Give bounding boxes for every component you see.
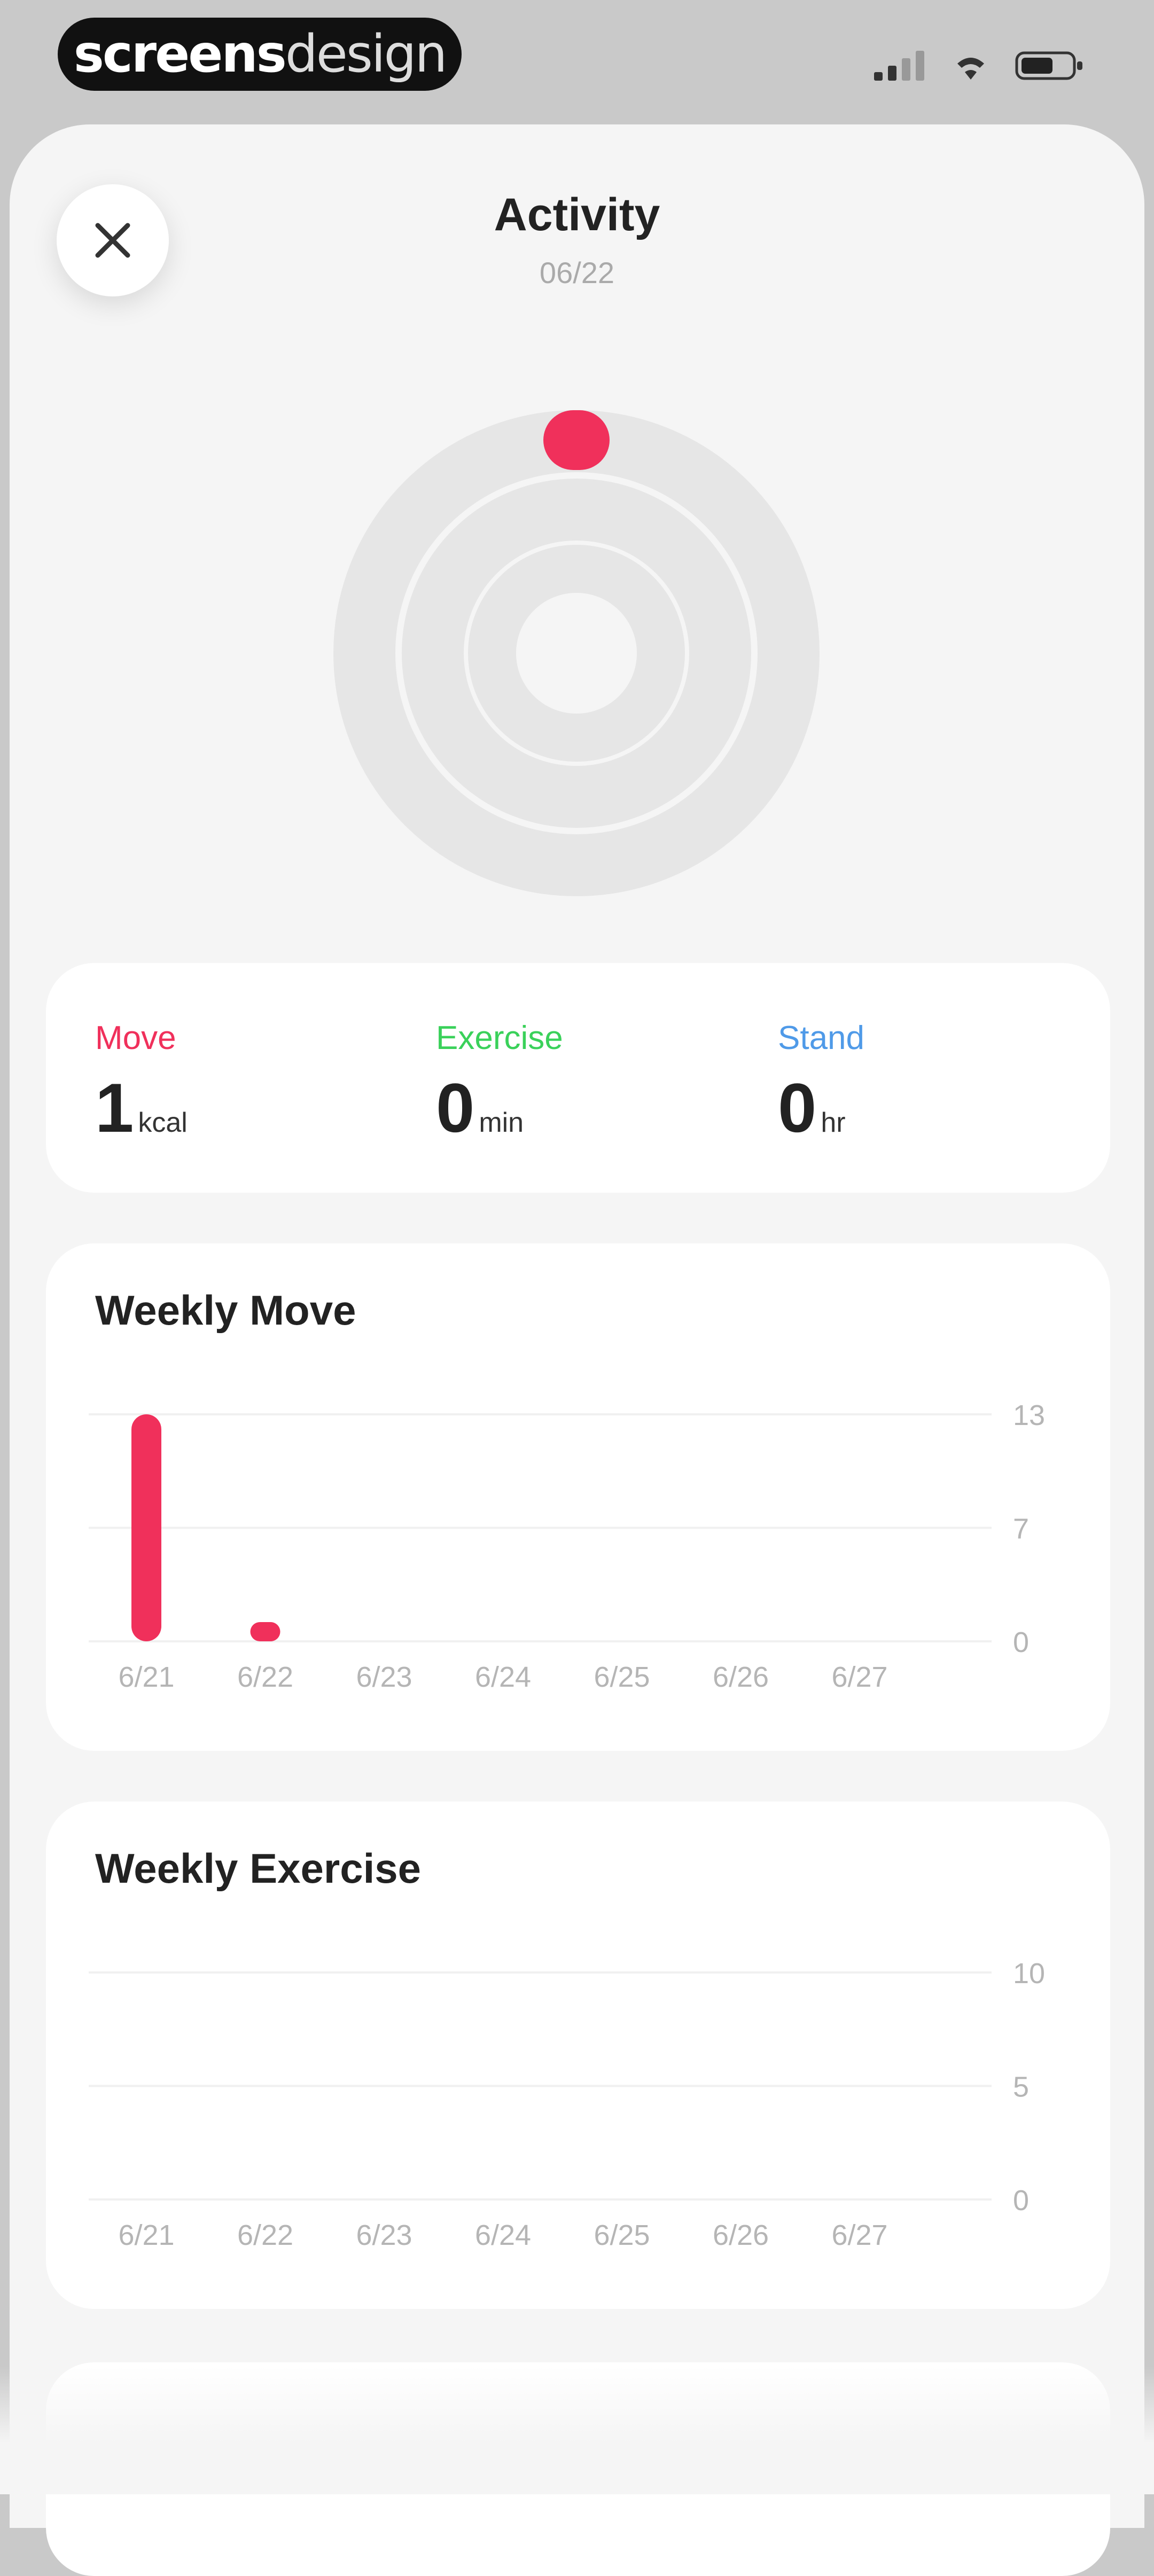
move-ring-progress bbox=[543, 410, 610, 470]
exercise-stat: Exercise 0 min bbox=[436, 1019, 563, 1148]
move-x-tick-label: 6/24 bbox=[475, 1661, 531, 1693]
move-x-tick-label: 6/26 bbox=[713, 1661, 769, 1693]
exercise-x-tick-label: 6/21 bbox=[118, 2219, 174, 2251]
activity-sheet: Activity 06/22 Move 1 kcal Exercise 0 min … bbox=[10, 124, 1144, 2576]
screensdesign-logo: screensdesign bbox=[58, 18, 462, 91]
move-bar bbox=[250, 1622, 280, 1641]
activity-summary-card: Move 1 kcal Exercise 0 min Stand 0 hr bbox=[46, 963, 1110, 1193]
exercise-value: 0 bbox=[436, 1069, 475, 1147]
move-y-tick-label: 7 bbox=[1013, 1513, 1029, 1545]
stand-stat: Stand 0 hr bbox=[778, 1019, 864, 1148]
move-bar bbox=[131, 1414, 161, 1641]
exercise-y-tick-label: 5 bbox=[1013, 2071, 1029, 2103]
move-stat: Move 1 kcal bbox=[95, 1019, 188, 1148]
stand-label: Stand bbox=[778, 1020, 865, 1056]
exercise-x-tick-label: 6/22 bbox=[237, 2219, 293, 2251]
weekly-move-chart: 13 7 0 6/21 6/22 6/23 6/24 6/25 6/26 6/27 bbox=[89, 1399, 1045, 1693]
page-title: Activity bbox=[494, 189, 660, 240]
weekly-exercise-card: Weekly Exercise 10 5 0 6/21 6/22 6/23 6/24 6/25… bbox=[46, 1802, 1110, 2309]
move-x-tick-label: 6/21 bbox=[118, 1661, 174, 1693]
move-label: Move bbox=[95, 1020, 176, 1056]
exercise-x-tick-label: 6/23 bbox=[356, 2219, 412, 2251]
page-date: 06/22 bbox=[539, 256, 615, 289]
cellular-signal-icon bbox=[874, 51, 924, 81]
exercise-x-tick-label: 6/26 bbox=[713, 2219, 769, 2251]
move-y-tick-label: 0 bbox=[1013, 1626, 1029, 1658]
bottom-fade bbox=[0, 2366, 1154, 2494]
move-x-tick-label: 6/22 bbox=[237, 1661, 293, 1693]
weekly-move-card: Weekly Move 13 7 0 6/21 6/22 6/23 6/24 6/25 6/26… bbox=[46, 1243, 1110, 1751]
move-y-tick-label: 13 bbox=[1013, 1399, 1045, 1431]
exercise-y-tick-label: 10 bbox=[1013, 1958, 1045, 1990]
move-x-tick-label: 6/27 bbox=[831, 1661, 887, 1693]
stand-unit: hr bbox=[821, 1107, 846, 1138]
stand-value: 0 bbox=[778, 1069, 817, 1147]
exercise-label: Exercise bbox=[436, 1020, 563, 1056]
activity-rings bbox=[333, 410, 820, 896]
exercise-x-tick-label: 6/24 bbox=[475, 2219, 531, 2251]
wifi-icon bbox=[957, 58, 984, 80]
exercise-x-tick-label: 6/25 bbox=[594, 2219, 650, 2251]
weekly-exercise-chart: 10 5 0 6/21 6/22 6/23 6/24 6/25 6/26 6/27 bbox=[89, 1958, 1045, 2251]
move-value: 1 bbox=[95, 1069, 134, 1147]
exercise-y-tick-label: 0 bbox=[1013, 2184, 1029, 2217]
move-x-tick-label: 6/25 bbox=[594, 1661, 650, 1693]
battery-icon bbox=[1015, 51, 1082, 80]
status-bar: screensdesign bbox=[0, 0, 1154, 123]
move-unit: kcal bbox=[138, 1107, 188, 1138]
stand-ring-track bbox=[468, 545, 685, 762]
move-x-tick-label: 6/23 bbox=[356, 1661, 412, 1693]
exercise-unit: min bbox=[479, 1107, 524, 1138]
exercise-x-tick-label: 6/27 bbox=[831, 2219, 887, 2251]
